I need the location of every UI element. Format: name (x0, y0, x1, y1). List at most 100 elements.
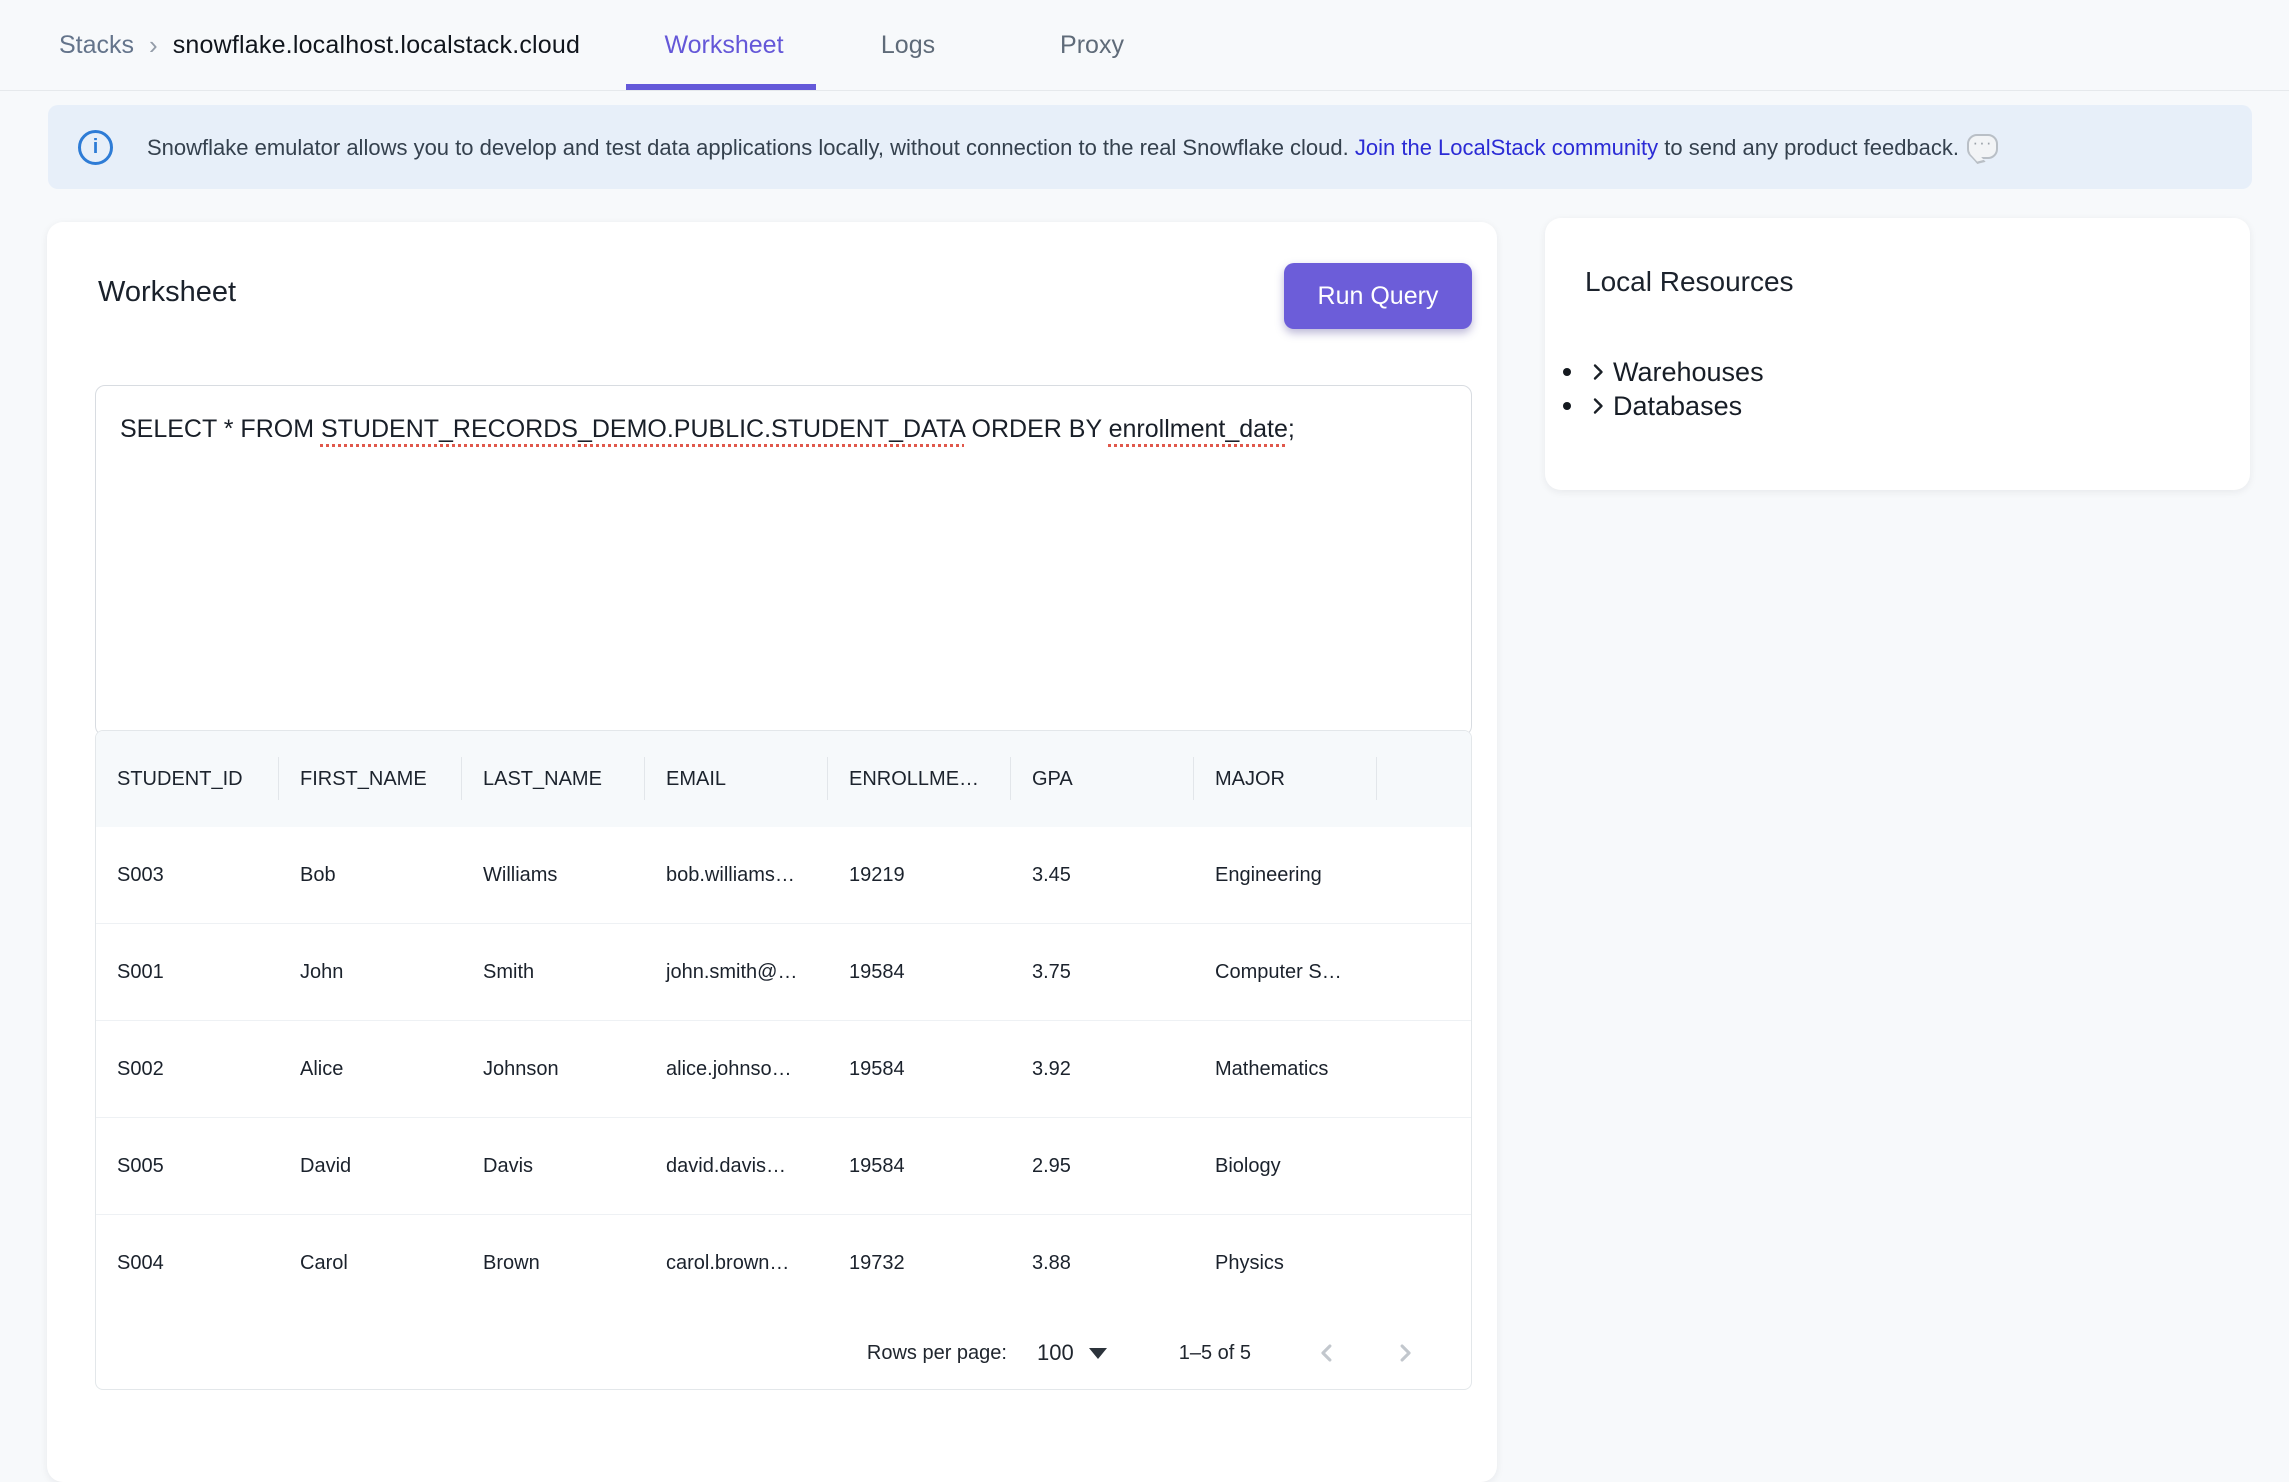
table-cell: S001 (96, 924, 279, 1020)
resource-tree: Warehouses Databases (1545, 355, 1764, 423)
table-cell: Johnson (462, 1021, 645, 1117)
header-cell-student-id[interactable]: STUDENT_ID (96, 731, 279, 827)
tab-logs[interactable]: Logs (881, 0, 935, 90)
table-row[interactable]: S005DavidDavisdavid.davis…195842.95Biolo… (96, 1117, 1471, 1214)
table-cell: S003 (96, 827, 279, 923)
table-cell: 19584 (828, 1118, 1011, 1214)
table-cell: 3.45 (1011, 827, 1194, 923)
banner-text-after: to send any product feedback. (1658, 135, 1959, 160)
worksheet-panel: Worksheet Run Query SELECT * FROM STUDEN… (47, 222, 1497, 1482)
table-cell: Bob (279, 827, 462, 923)
localstack-community-link[interactable]: Join the LocalStack community (1355, 135, 1658, 160)
local-resources-title: Local Resources (1585, 265, 1794, 299)
info-banner: i Snowflake emulator allows you to devel… (48, 105, 2252, 189)
breadcrumb-separator-icon: › (149, 30, 158, 61)
sql-table-ref: STUDENT_RECORDS_DEMO.PUBLIC.STUDENT_DATA (321, 415, 965, 443)
chevron-right-icon (1586, 360, 1610, 384)
resource-tree-item-label: Warehouses (1613, 357, 1764, 388)
rows-per-page-select[interactable]: 100 (1037, 1340, 1107, 1366)
table-cell: S004 (96, 1215, 279, 1311)
table-row[interactable]: S001JohnSmithjohn.smith@…195843.75Comput… (96, 923, 1471, 1020)
table-cell: david.davis… (645, 1118, 828, 1214)
table-cell: Computer S… (1194, 924, 1377, 1020)
sql-order-by: ORDER BY (965, 415, 1109, 443)
row-filler (1377, 1215, 1471, 1311)
table-cell: Davis (462, 1118, 645, 1214)
table-cell: Brown (462, 1215, 645, 1311)
table-cell: David (279, 1118, 462, 1214)
run-query-button[interactable]: Run Query (1284, 263, 1472, 329)
table-cell: carol.brown… (645, 1215, 828, 1311)
breadcrumb-stacks-link[interactable]: Stacks (59, 31, 134, 60)
table-cell: 2.95 (1011, 1118, 1194, 1214)
table-cell: Alice (279, 1021, 462, 1117)
tab-worksheet[interactable]: Worksheet (664, 0, 783, 90)
header-cell-email[interactable]: EMAIL (645, 731, 828, 827)
resource-tree-item-label: Databases (1613, 391, 1742, 422)
table-cell: 3.88 (1011, 1215, 1194, 1311)
table-cell: 3.92 (1011, 1021, 1194, 1117)
results-table: STUDENT_IDFIRST_NAMELAST_NAMEEMAILENROLL… (95, 730, 1472, 1390)
bullet-icon (1563, 402, 1571, 410)
sql-order-column: enrollment_date (1109, 415, 1288, 443)
sql-select-from: SELECT * FROM (120, 415, 321, 443)
table-cell: 3.75 (1011, 924, 1194, 1020)
table-cell: alice.johnso… (645, 1021, 828, 1117)
chevron-right-icon (1391, 1339, 1419, 1367)
table-row[interactable]: S004CarolBrowncarol.brown…197323.88Physi… (96, 1214, 1471, 1311)
tab-proxy[interactable]: Proxy (1060, 0, 1124, 90)
bullet-icon (1563, 368, 1571, 376)
previous-page-button[interactable] (1311, 1337, 1343, 1369)
table-cell: Williams (462, 827, 645, 923)
rows-per-page-value: 100 (1037, 1340, 1074, 1366)
table-cell: Mathematics (1194, 1021, 1377, 1117)
table-cell: 19584 (828, 924, 1011, 1020)
header-cell-first-name[interactable]: FIRST_NAME (279, 731, 462, 827)
breadcrumb-current-stack: snowflake.localhost.localstack.cloud (173, 31, 580, 60)
local-resources-panel: Local Resources Warehouses Databases (1545, 218, 2250, 490)
table-row[interactable]: S002AliceJohnsonalice.johnso…195843.92Ma… (96, 1020, 1471, 1117)
info-icon: i (78, 130, 113, 165)
table-cell: S005 (96, 1118, 279, 1214)
resource-tree-item-warehouses[interactable]: Warehouses (1545, 355, 1764, 389)
pagination-range-label: 1–5 of 5 (1179, 1342, 1251, 1365)
table-cell: S002 (96, 1021, 279, 1117)
header-cell-enrollme-[interactable]: ENROLLME… (828, 731, 1011, 827)
chevron-left-icon (1313, 1339, 1341, 1367)
row-filler (1377, 1021, 1471, 1117)
banner-text-before: Snowflake emulator allows you to develop… (147, 135, 1355, 160)
table-row[interactable]: S003BobWilliamsbob.williams…192193.45Eng… (96, 827, 1471, 923)
table-cell: John (279, 924, 462, 1020)
table-cell: Engineering (1194, 827, 1377, 923)
header-cell-last-name[interactable]: LAST_NAME (462, 731, 645, 827)
header-filler (1377, 731, 1471, 827)
sql-terminator: ; (1288, 415, 1295, 443)
table-cell: 19219 (828, 827, 1011, 923)
table-body: S003BobWilliamsbob.williams…192193.45Eng… (96, 827, 1471, 1311)
header-cell-major[interactable]: MAJOR (1194, 731, 1377, 827)
row-filler (1377, 924, 1471, 1020)
table-cell: Carol (279, 1215, 462, 1311)
active-tab-indicator (626, 84, 816, 90)
banner-text: Snowflake emulator allows you to develop… (147, 134, 1998, 161)
table-header-row: STUDENT_IDFIRST_NAMELAST_NAMEEMAILENROLL… (96, 731, 1471, 827)
resource-tree-item-databases[interactable]: Databases (1545, 389, 1764, 423)
header-cell-gpa[interactable]: GPA (1011, 731, 1194, 827)
table-cell: john.smith@… (645, 924, 828, 1020)
table-cell: Smith (462, 924, 645, 1020)
rows-per-page-label: Rows per page: (867, 1342, 1007, 1365)
worksheet-title: Worksheet (98, 275, 236, 309)
chevron-right-icon (1586, 394, 1610, 418)
sql-editor[interactable]: SELECT * FROM STUDENT_RECORDS_DEMO.PUBLI… (95, 385, 1472, 736)
dropdown-arrow-icon (1089, 1348, 1107, 1359)
table-pagination: Rows per page: 100 1–5 of 5 (96, 1311, 1471, 1390)
table-cell: 19584 (828, 1021, 1011, 1117)
speech-bubble-icon (1967, 134, 1998, 159)
table-cell: Biology (1194, 1118, 1377, 1214)
breadcrumb: Stacks › snowflake.localhost.localstack.… (59, 0, 580, 90)
next-page-button[interactable] (1389, 1337, 1421, 1369)
row-filler (1377, 1118, 1471, 1214)
table-cell: 19732 (828, 1215, 1011, 1311)
top-nav: Stacks › snowflake.localhost.localstack.… (0, 0, 2289, 91)
row-filler (1377, 827, 1471, 923)
